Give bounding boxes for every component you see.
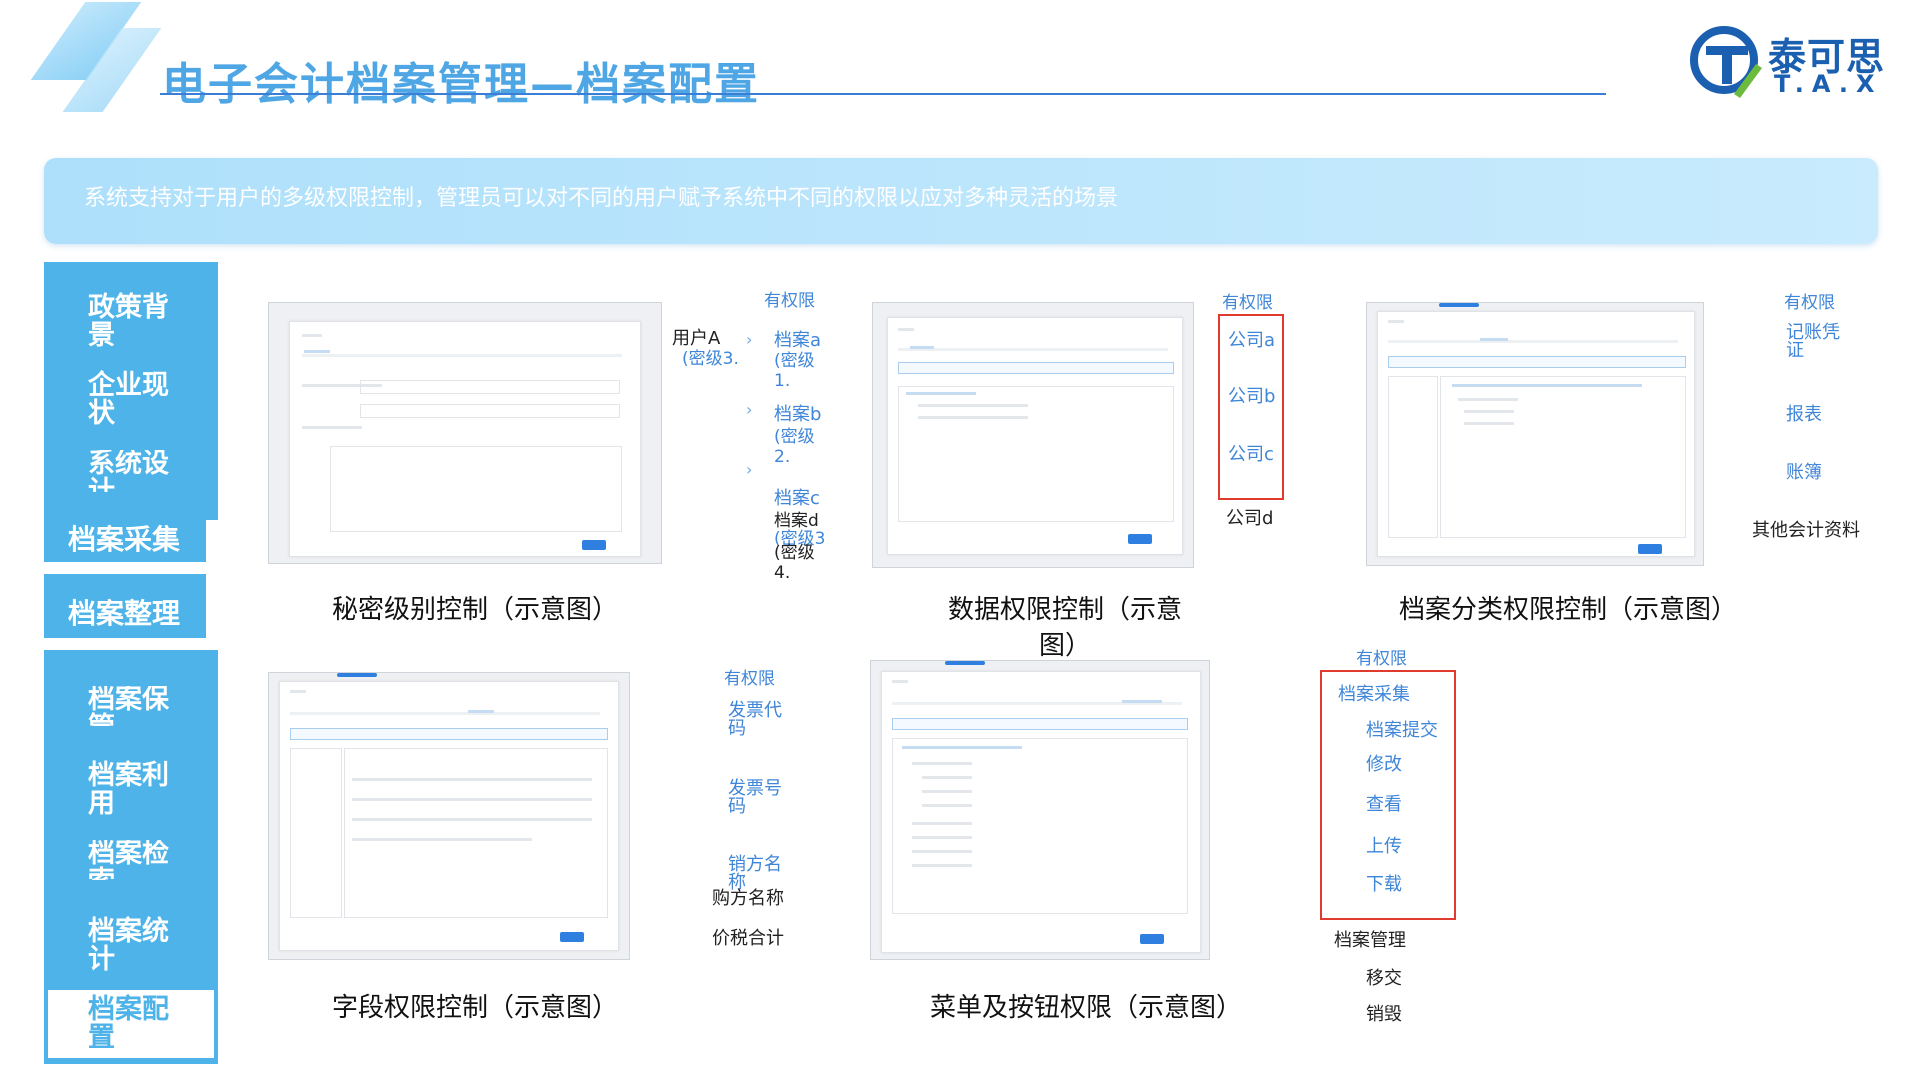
field-caption: 字段权限控制（示意图） [331,993,618,1023]
logo-mark-icon [1690,26,1762,98]
category-allowed-item: 账簿 [1786,462,1822,483]
arrow-right-icon: › [746,400,753,419]
data-other-item: 公司d [1226,508,1274,529]
intro-banner: 系统支持对于用户的多级权限控制，管理员可以对不同的用户赋予系统中不同的权限以应对… [44,158,1878,244]
sidebar-item-design[interactable]: 系统设计 [88,450,178,492]
secret-has-perm: 有权限 [764,291,815,311]
sidebar-item-search[interactable]: 档案检索 [88,840,178,880]
field-other-item: 价税合计 [712,928,784,949]
menu-head-item: 档案采集 [1338,684,1410,705]
dialog [881,671,1201,953]
menu-other-item: 移交 [1366,968,1402,989]
page-title: 电子会计档案管理—档案配置 [162,59,760,110]
title-underline [160,93,1606,95]
secret-file-level: (密级2. [774,427,815,467]
secret-file-level: (密级1. [774,351,815,391]
arrow-right-icon: › [746,330,753,349]
category-caption: 档案分类权限控制（示意图） [1398,595,1737,625]
menu-allowed-item: 查看 [1366,794,1402,815]
menu-screenshot [870,660,1210,960]
menu-other-item: 销毁 [1366,1004,1402,1025]
data-caption: 数据权限控制（示意图） [947,595,1182,661]
menu-allowed-item: 上传 [1366,836,1402,857]
menu-allowed-item: 修改 [1366,754,1402,775]
field-screenshot [268,672,630,960]
company-logo: 泰可思 T.A.X [1686,24,1906,102]
sidebar-item-use[interactable]: 档案利用 [88,762,178,818]
category-has-perm: 有权限 [1784,293,1835,313]
sidebar-item-collect[interactable]: 档案采集 [68,518,180,558]
sidebar-item-stats[interactable]: 档案统计 [88,918,178,974]
category-allowed-item: 记账凭证 [1786,322,1840,361]
logo-text-en: T.A.X [1774,70,1883,98]
dialog [887,317,1183,555]
field-has-perm: 有权限 [724,669,775,689]
sidebar-item-policy[interactable]: 政策背景 [88,294,178,350]
category-allowed-item: 报表 [1786,404,1822,425]
dialog [279,681,619,951]
data-allowed-item: 公司c [1228,444,1274,465]
banner-text: 系统支持对于用户的多级权限控制，管理员可以对不同的用户赋予系统中不同的权限以应对… [84,186,1119,211]
secret-caption: 秘密级别控制（示意图） [331,595,618,625]
sidebar-item-status[interactable]: 企业现状 [88,372,178,428]
data-allowed-item: 公司b [1228,386,1276,407]
sidebar-item-organize[interactable]: 档案整理 [68,592,180,632]
data-allowed-item: 公司a [1228,330,1276,351]
data-has-perm: 有权限 [1222,293,1273,313]
field-allowed-item: 发票号码 [728,778,782,817]
slide: 电子会计档案管理—档案配置 泰可思 T.A.X 系统支持对于用户的多级权限控制，… [0,0,1920,1080]
data-screenshot [872,302,1194,568]
menu-allowed-item: 下载 [1366,874,1402,895]
menu-allowed-item: 档案提交 [1366,720,1438,741]
menu-caption: 菜单及按钮权限（示意图） [930,993,1243,1023]
dialog [289,321,641,557]
secret-user-level: (密级3. [682,349,739,369]
dialog [1377,311,1695,557]
sidebar-item-config[interactable]: 档案配置 [88,996,178,1052]
secret-screenshot [268,302,662,564]
secret-file-d-level: (密级4. [774,543,815,583]
category-other-item: 其他会计资料 [1752,520,1860,541]
menu-other-head: 档案管理 [1334,930,1406,951]
field-other-item: 购方名称 [712,888,784,909]
menu-has-perm: 有权限 [1356,649,1407,669]
field-allowed-item: 发票代码 [728,700,782,739]
arrow-right-icon: › [746,460,753,479]
category-screenshot [1366,302,1704,566]
sidebar-item-keep[interactable]: 档案保管 [88,686,178,726]
